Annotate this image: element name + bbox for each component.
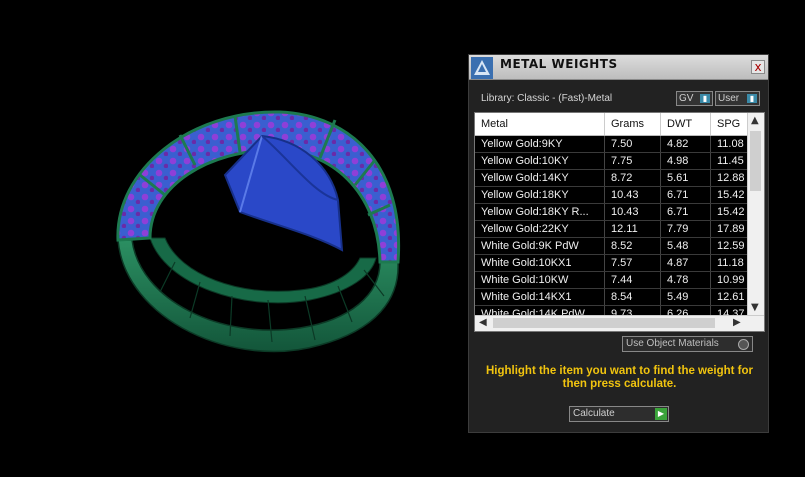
cell-metal: Yellow Gold:22KY xyxy=(475,221,605,237)
cell-metal: Yellow Gold:18KY xyxy=(475,187,605,203)
table-row[interactable]: White Gold:10KX1 7.57 4.87 11.18 xyxy=(475,255,751,272)
metal-table[interactable]: Metal Grams DWT SPG Yellow Gold:9KY 7.50 4… xyxy=(474,112,765,332)
cell-dwt: 5.48 xyxy=(661,238,711,254)
horizontal-scroll-thumb[interactable] xyxy=(493,318,715,328)
column-header-metal[interactable]: Metal xyxy=(475,113,605,135)
horizontal-scrollbar[interactable]: ◀ ▶ xyxy=(475,315,764,331)
instruction-text: Highlight the item you want to find the … xyxy=(485,365,754,390)
table-row[interactable]: Yellow Gold:14KY 8.72 5.61 12.88 xyxy=(475,170,751,187)
table-row[interactable]: White Gold:9K PdW 8.52 5.48 12.59 xyxy=(475,238,751,255)
cell-spg: 10.99 xyxy=(711,272,751,288)
calculate-label: Calculate xyxy=(573,408,615,419)
table-row[interactable]: White Gold:10KW 7.44 4.78 10.99 xyxy=(475,272,751,289)
cell-spg: 12.59 xyxy=(711,238,751,254)
table-body: Yellow Gold:9KY 7.50 4.82 11.08 Yellow Gold… xyxy=(475,136,751,323)
cell-dwt: 6.71 xyxy=(661,187,711,203)
cell-dwt: 4.82 xyxy=(661,136,711,152)
cell-spg: 11.45 xyxy=(711,153,751,169)
cell-metal: Yellow Gold:18KY R... xyxy=(475,204,605,220)
cell-metal: White Gold:10KW xyxy=(475,272,605,288)
play-icon[interactable]: ▶ xyxy=(655,408,667,420)
gv-toggle[interactable]: GV ▮ xyxy=(676,91,713,106)
library-label: Library: Classic - (Fast)-Metal xyxy=(481,93,613,104)
cell-grams: 8.52 xyxy=(605,238,661,254)
table-row[interactable]: Yellow Gold:9KY 7.50 4.82 11.08 xyxy=(475,136,751,153)
metal-weights-panel: METAL WEIGHTS x Library: Classic - (Fast… xyxy=(468,54,769,433)
table-row[interactable]: Yellow Gold:18KY 10.43 6.71 15.42 xyxy=(475,187,751,204)
cell-spg: 12.61 xyxy=(711,289,751,305)
cell-grams: 7.57 xyxy=(605,255,661,271)
vertical-scroll-thumb[interactable] xyxy=(750,131,761,191)
cell-dwt: 7.79 xyxy=(661,221,711,237)
gv-indicator-icon: ▮ xyxy=(700,94,710,103)
cell-metal: White Gold:9K PdW xyxy=(475,238,605,254)
cell-metal: White Gold:10KX1 xyxy=(475,255,605,271)
radio-icon[interactable] xyxy=(738,339,749,350)
title-bar[interactable]: METAL WEIGHTS x xyxy=(469,55,768,80)
app-logo-icon xyxy=(471,57,493,79)
cell-grams: 7.44 xyxy=(605,272,661,288)
cell-spg: 11.18 xyxy=(711,255,751,271)
cell-grams: 8.54 xyxy=(605,289,661,305)
table-header: Metal Grams DWT SPG xyxy=(475,113,751,136)
window-title: METAL WEIGHTS xyxy=(500,57,618,71)
cell-grams: 12.11 xyxy=(605,221,661,237)
scroll-up-icon[interactable]: ▲ xyxy=(751,115,759,127)
calculate-button[interactable]: Calculate ▶ xyxy=(569,406,669,422)
table-row[interactable]: Yellow Gold:22KY 12.11 7.79 17.89 xyxy=(475,221,751,238)
scroll-left-icon[interactable]: ◀ xyxy=(479,317,487,329)
cell-grams: 10.43 xyxy=(605,187,661,203)
scroll-down-icon[interactable]: ▼ xyxy=(751,302,759,314)
vertical-scrollbar[interactable]: ▲ ▼ xyxy=(747,113,764,316)
user-toggle[interactable]: User ▮ xyxy=(715,91,760,106)
cell-grams: 8.72 xyxy=(605,170,661,186)
user-toggle-label: User xyxy=(718,93,740,104)
use-object-materials-label: Use Object Materials xyxy=(626,338,719,349)
cell-dwt: 4.98 xyxy=(661,153,711,169)
cell-grams: 10.43 xyxy=(605,204,661,220)
column-header-grams[interactable]: Grams xyxy=(605,113,661,135)
cell-metal: Yellow Gold:9KY xyxy=(475,136,605,152)
cell-dwt: 6.71 xyxy=(661,204,711,220)
cell-grams: 7.50 xyxy=(605,136,661,152)
cell-dwt: 5.61 xyxy=(661,170,711,186)
cell-spg: 11.08 xyxy=(711,136,751,152)
cell-metal: Yellow Gold:14KY xyxy=(475,170,605,186)
gv-toggle-label: GV xyxy=(679,93,694,104)
table-row[interactable]: Yellow Gold:10KY 7.75 4.98 11.45 xyxy=(475,153,751,170)
cell-spg: 15.42 xyxy=(711,204,751,220)
cell-grams: 7.75 xyxy=(605,153,661,169)
cell-spg: 15.42 xyxy=(711,187,751,203)
table-row[interactable]: White Gold:14KX1 8.54 5.49 12.61 xyxy=(475,289,751,306)
user-indicator-icon: ▮ xyxy=(747,94,757,103)
column-header-spg[interactable]: SPG xyxy=(711,113,751,135)
ring-model xyxy=(116,110,401,353)
column-header-dwt[interactable]: DWT xyxy=(661,113,711,135)
cell-dwt: 5.49 xyxy=(661,289,711,305)
close-button[interactable]: x xyxy=(751,60,765,74)
cell-dwt: 4.87 xyxy=(661,255,711,271)
cell-metal: Yellow Gold:10KY xyxy=(475,153,605,169)
cell-spg: 12.88 xyxy=(711,170,751,186)
cell-spg: 17.89 xyxy=(711,221,751,237)
cell-dwt: 4.78 xyxy=(661,272,711,288)
3d-viewport[interactable] xyxy=(0,0,460,473)
cell-metal: White Gold:14KX1 xyxy=(475,289,605,305)
table-row[interactable]: Yellow Gold:18KY R... 10.43 6.71 15.42 xyxy=(475,204,751,221)
scroll-right-icon[interactable]: ▶ xyxy=(733,317,741,329)
use-object-materials-option[interactable]: Use Object Materials xyxy=(622,336,753,352)
